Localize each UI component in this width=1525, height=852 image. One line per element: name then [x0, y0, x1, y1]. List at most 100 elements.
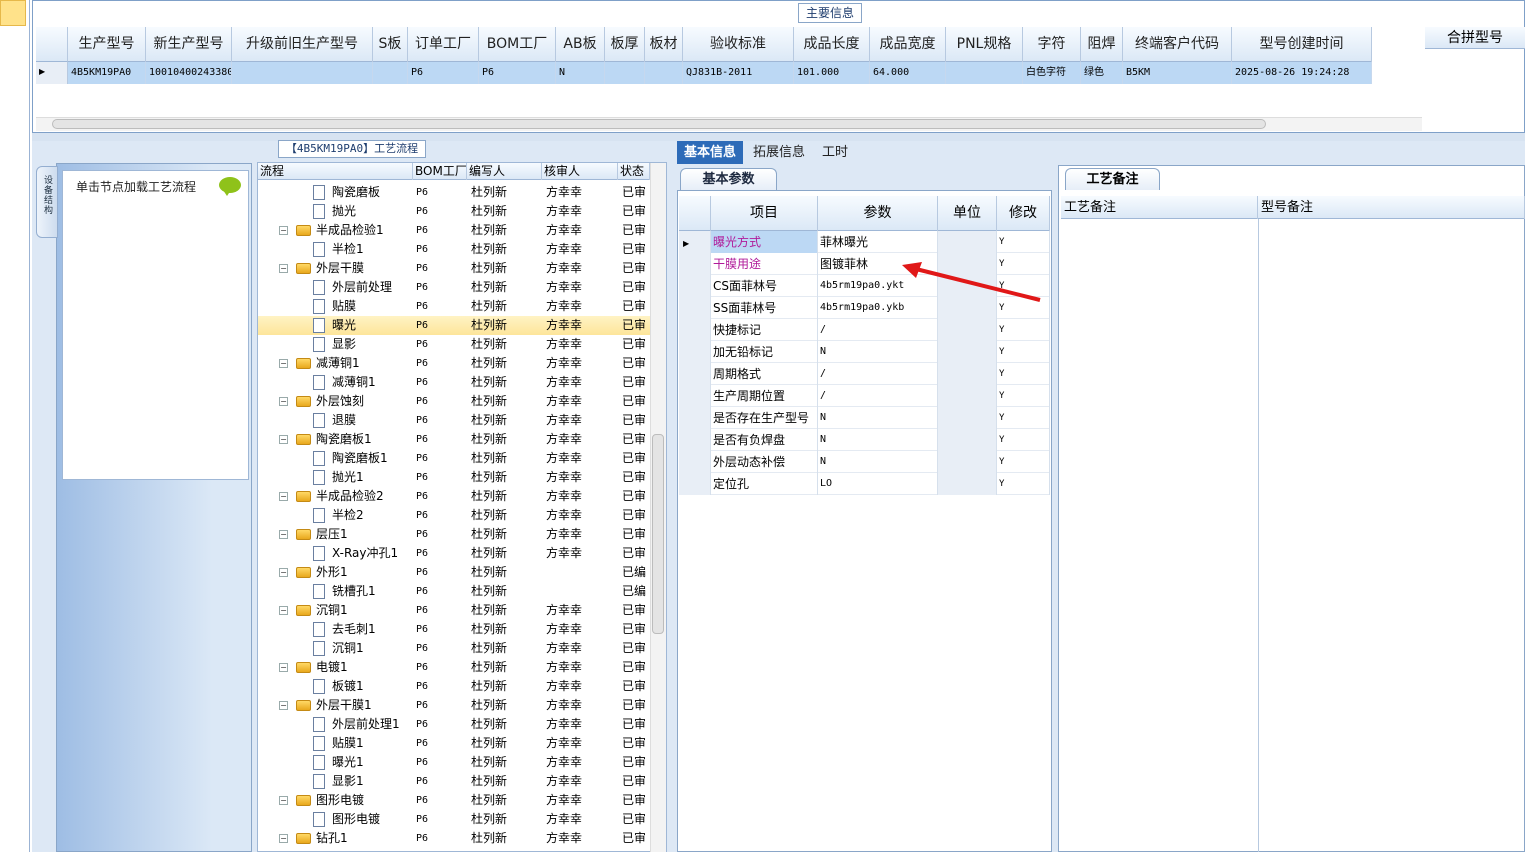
- main-col-header[interactable]: S板: [373, 27, 408, 62]
- tree-col-header[interactable]: 状态: [618, 163, 650, 180]
- param-value[interactable]: N: [818, 451, 938, 473]
- collapse-icon[interactable]: −: [279, 530, 288, 539]
- main-cell[interactable]: B5KM: [1123, 62, 1232, 84]
- main-cell[interactable]: [373, 62, 408, 84]
- param-unit[interactable]: [938, 341, 997, 363]
- tree-row[interactable]: − 电镀1 P6 杜列新 方幸幸 已审: [258, 658, 650, 677]
- tree-row[interactable]: − 层压1 P6 杜列新 方幸幸 已审: [258, 525, 650, 544]
- collapse-icon[interactable]: −: [279, 492, 288, 501]
- tree-node[interactable]: 陶瓷磨板1: [258, 449, 413, 468]
- tree-row[interactable]: − 半成品检验1 P6 杜列新 方幸幸 已审: [258, 221, 650, 240]
- main-col-header[interactable]: AB板: [556, 27, 605, 62]
- main-cell[interactable]: QJ831B-2011: [683, 62, 794, 84]
- main-cell[interactable]: [645, 62, 683, 84]
- param-row[interactable]: 定位孔 LO Y: [679, 473, 1050, 495]
- tree-row[interactable]: 退膜 P6 杜列新 方幸幸 已审: [258, 411, 650, 430]
- tree-node[interactable]: 退膜: [258, 411, 413, 430]
- tree-row[interactable]: 曝光1 P6 杜列新 方幸幸 已审: [258, 753, 650, 772]
- param-modify[interactable]: Y: [997, 385, 1050, 407]
- collapse-icon[interactable]: −: [279, 663, 288, 672]
- param-modify[interactable]: Y: [997, 407, 1050, 429]
- tree-scroll-thumb[interactable]: [652, 434, 664, 634]
- main-cell[interactable]: 4B5KM19PA0: [68, 62, 146, 84]
- param-value[interactable]: N: [818, 407, 938, 429]
- tree-row[interactable]: X-Ray冲孔1 P6 杜列新 方幸幸 已审: [258, 544, 650, 563]
- tree-node[interactable]: − 钻孔1: [258, 829, 413, 848]
- tree-row[interactable]: 铣槽孔1 P6 杜列新 已编: [258, 582, 650, 601]
- tree-node[interactable]: − 减薄铜1: [258, 354, 413, 373]
- tree-row[interactable]: − 减薄铜1 P6 杜列新 方幸幸 已审: [258, 354, 650, 373]
- main-col-header[interactable]: 成品长度: [794, 27, 870, 62]
- collapse-icon[interactable]: −: [279, 435, 288, 444]
- main-col-header[interactable]: 新生产型号: [146, 27, 232, 62]
- main-col-header[interactable]: 生产型号: [68, 27, 146, 62]
- main-cell[interactable]: 64.000: [870, 62, 946, 84]
- tree-node[interactable]: 抛光1: [258, 468, 413, 487]
- collapse-icon[interactable]: −: [279, 701, 288, 710]
- main-col-header[interactable]: 字符: [1023, 27, 1081, 62]
- tree-row[interactable]: − 外层干膜 P6 杜列新 方幸幸 已审: [258, 259, 650, 278]
- main-cell[interactable]: 101.000: [794, 62, 870, 84]
- main-col-header[interactable]: 验收标准: [683, 27, 794, 62]
- tree-node[interactable]: − 外层蚀刻: [258, 392, 413, 411]
- tree-row[interactable]: 贴膜 P6 杜列新 方幸幸 已审: [258, 297, 650, 316]
- tree-row[interactable]: 板镀1 P6 杜列新 方幸幸 已审: [258, 677, 650, 696]
- tree-node[interactable]: 显影: [258, 335, 413, 354]
- hscroll-thumb[interactable]: [52, 119, 1266, 129]
- tree-node[interactable]: 半检1: [258, 240, 413, 259]
- param-modify[interactable]: Y: [997, 231, 1050, 253]
- main-grid-row[interactable]: 4B5KM19PA0 10010400243380 P6 P6 N QJ831B-2011…: [68, 62, 1372, 84]
- tab-basic-params[interactable]: 基本参数: [680, 168, 777, 190]
- tree-node[interactable]: X-Ray冲孔1: [258, 544, 413, 563]
- param-modify[interactable]: Y: [997, 341, 1050, 363]
- tree-node[interactable]: 曝光: [258, 316, 413, 335]
- param-unit[interactable]: [938, 429, 997, 451]
- param-value[interactable]: 菲林曝光: [818, 231, 938, 253]
- tree-node[interactable]: 铣槽孔1: [258, 582, 413, 601]
- tree-node[interactable]: 抛光: [258, 202, 413, 221]
- tree-row[interactable]: 抛光 P6 杜列新 方幸幸 已审: [258, 202, 650, 221]
- tree-node[interactable]: 去毛刺1: [258, 620, 413, 639]
- tree-node[interactable]: 图形电镀: [258, 810, 413, 829]
- tree-node[interactable]: 外层前处理: [258, 278, 413, 297]
- tree-node[interactable]: − 半成品检验1: [258, 221, 413, 240]
- tree-row[interactable]: 半检1 P6 杜列新 方幸幸 已审: [258, 240, 650, 259]
- tree-node[interactable]: 贴膜1: [258, 734, 413, 753]
- main-col-header[interactable]: BOM工厂: [479, 27, 556, 62]
- tree-node[interactable]: − 外层干膜1: [258, 696, 413, 715]
- tree-row[interactable]: 贴膜1 P6 杜列新 方幸幸 已审: [258, 734, 650, 753]
- param-value[interactable]: N: [818, 429, 938, 451]
- tree-row[interactable]: 抛光1 P6 杜列新 方幸幸 已审: [258, 468, 650, 487]
- param-unit[interactable]: [938, 231, 997, 253]
- collapse-icon[interactable]: −: [279, 834, 288, 843]
- param-row[interactable]: 快捷标记 / Y: [679, 319, 1050, 341]
- tree-row[interactable]: 图形电镀 P6 杜列新 方幸幸 已审: [258, 810, 650, 829]
- tree-row[interactable]: 沉铜1 P6 杜列新 方幸幸 已审: [258, 639, 650, 658]
- tree-node[interactable]: − 沉铜1: [258, 601, 413, 620]
- param-row[interactable]: 生产周期位置 / Y: [679, 385, 1050, 407]
- tree-row[interactable]: − 外层蚀刻 P6 杜列新 方幸幸 已审: [258, 392, 650, 411]
- collapse-icon[interactable]: −: [279, 359, 288, 368]
- tree-row[interactable]: − 陶瓷磨板1 P6 杜列新 方幸幸 已审: [258, 430, 650, 449]
- tree-row[interactable]: 显影 P6 杜列新 方幸幸 已审: [258, 335, 650, 354]
- collapse-icon[interactable]: −: [279, 568, 288, 577]
- tree-node[interactable]: 板镀1: [258, 677, 413, 696]
- tree-row[interactable]: − 沉铜1 P6 杜列新 方幸幸 已审: [258, 601, 650, 620]
- main-cell[interactable]: N: [556, 62, 605, 84]
- tab-extended-info[interactable]: 拓展信息: [746, 141, 812, 164]
- tree-node[interactable]: − 外形1: [258, 563, 413, 582]
- tree-row[interactable]: − 半成品检验2 P6 杜列新 方幸幸 已审: [258, 487, 650, 506]
- tab-basic-info[interactable]: 基本信息: [677, 141, 744, 164]
- param-row[interactable]: 外层动态补偿 N Y: [679, 451, 1050, 473]
- tree-node[interactable]: − 陶瓷磨板1: [258, 430, 413, 449]
- param-modify[interactable]: Y: [997, 429, 1050, 451]
- main-cell[interactable]: 绿色: [1081, 62, 1123, 84]
- param-unit[interactable]: [938, 473, 997, 495]
- param-modify[interactable]: Y: [997, 363, 1050, 385]
- main-cell[interactable]: 10010400243380: [146, 62, 232, 84]
- param-row[interactable]: ▶ 曝光方式 菲林曝光 Y: [679, 231, 1050, 253]
- param-value[interactable]: LO: [818, 473, 938, 495]
- main-cell[interactable]: 2025-08-26 19:24:28: [1232, 62, 1372, 84]
- tree-row[interactable]: 外层前处理1 P6 杜列新 方幸幸 已审: [258, 715, 650, 734]
- tree-node[interactable]: 半检2: [258, 506, 413, 525]
